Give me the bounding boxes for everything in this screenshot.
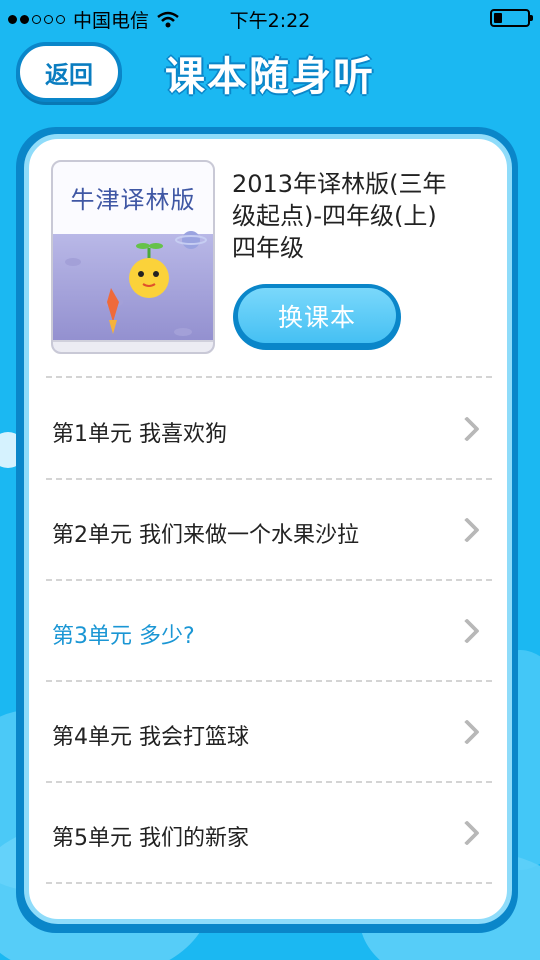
- chevron-right-icon: [454, 719, 480, 745]
- book-cover: 牛津译林版: [51, 160, 215, 354]
- chevron-right-icon: [454, 820, 480, 846]
- change-book-button[interactable]: 换课本: [233, 284, 401, 350]
- unit-list-item[interactable]: 第4单元 我会打篮球: [46, 685, 492, 785]
- unit-list-item[interactable]: 第2单元 我们来做一个水果沙拉: [46, 483, 492, 583]
- book-pages-edge: [53, 340, 213, 352]
- unit-label: 第4单元 我会打篮球: [52, 725, 249, 750]
- unit-label: 第5单元 我们的新家: [52, 826, 249, 851]
- book-info-line: 2013年译林版(三年: [232, 170, 447, 198]
- chevron-right-icon: [454, 517, 480, 543]
- status-time: 下午2:22: [229, 10, 311, 32]
- divider: [46, 680, 492, 682]
- change-book-label: 换课本: [238, 288, 396, 343]
- unit-label: 第1单元 我喜欢狗: [52, 422, 227, 447]
- unit-list-item[interactable]: 第5单元 我们的新家: [46, 786, 492, 886]
- book-info: 2013年译林版(三年 级起点)-四年级(上) 四年级: [232, 168, 482, 264]
- divider: [46, 882, 492, 884]
- back-button[interactable]: 返回: [16, 42, 122, 102]
- chevron-right-icon: [454, 416, 480, 442]
- unit-list-item[interactable]: 第3单元 多少?: [46, 584, 492, 684]
- unit-list-item[interactable]: 第1单元 我喜欢狗: [46, 382, 492, 482]
- battery-icon: [490, 9, 533, 27]
- divider: [46, 376, 492, 378]
- divider: [46, 478, 492, 480]
- page-title: 课本随身听: [165, 54, 375, 100]
- status-bar: 中国电信 下午2:22: [0, 0, 540, 38]
- unit-label: 第2单元 我们来做一个水果沙拉: [52, 523, 359, 548]
- mascot-illustration: [65, 231, 207, 336]
- chevron-right-icon: [454, 618, 480, 644]
- book-info-line: 四年级: [232, 234, 304, 262]
- book-info-line: 级起点)-四年级(上): [232, 202, 437, 230]
- unit-label-active: 第3单元 多少?: [52, 624, 195, 649]
- divider: [46, 781, 492, 783]
- divider: [46, 579, 492, 581]
